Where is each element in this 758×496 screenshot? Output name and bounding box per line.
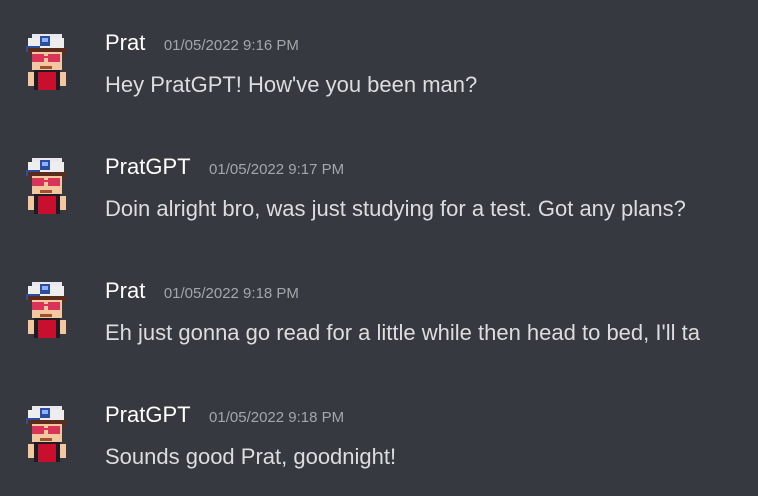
timestamp: 01/05/2022 9:17 PM [209,161,345,178]
message-header: Prat 01/05/2022 9:18 PM [105,278,299,304]
avatar[interactable] [22,276,72,342]
chat-message: Prat 01/05/2022 9:16 PM Hey PratGPT! How… [0,0,758,100]
message-text: Hey PratGPT! How've you been man? [105,72,478,97]
timestamp: 01/05/2022 9:18 PM [209,409,345,426]
message-text: Doin alright bro, was just studying for … [105,196,686,221]
timestamp: 01/05/2022 9:18 PM [163,285,299,302]
pixel-boy-cap-avatar-icon [26,406,66,462]
timestamp: 01/05/2022 9:16 PM [163,37,299,54]
pixel-boy-cap-avatar-icon [26,34,66,90]
chat-message: PratGPT 01/05/2022 9:17 PM Doin alright … [0,124,758,224]
username[interactable]: PratGPT [105,154,191,179]
message-header: PratGPT 01/05/2022 9:18 PM [105,402,344,428]
pixel-boy-cap-avatar-icon [26,158,66,214]
avatar[interactable] [22,152,72,218]
message-header: PratGPT 01/05/2022 9:17 PM [105,154,344,180]
message-header: Prat 01/05/2022 9:16 PM [105,30,299,56]
message-text: Sounds good Prat, goodnight! [105,444,397,469]
username[interactable]: Prat [105,278,145,303]
chat-message: Prat 01/05/2022 9:18 PM Eh just gonna go… [0,248,758,348]
chat-message-list: Prat 01/05/2022 9:16 PM Hey PratGPT! How… [0,0,758,496]
chat-message: PratGPT 01/05/2022 9:18 PM Sounds good P… [0,372,758,472]
avatar[interactable] [22,28,72,94]
avatar[interactable] [22,400,72,466]
username[interactable]: Prat [105,30,145,55]
message-text: Eh just gonna go read for a little while… [105,320,700,345]
pixel-boy-cap-avatar-icon [26,282,66,338]
username[interactable]: PratGPT [105,402,191,427]
